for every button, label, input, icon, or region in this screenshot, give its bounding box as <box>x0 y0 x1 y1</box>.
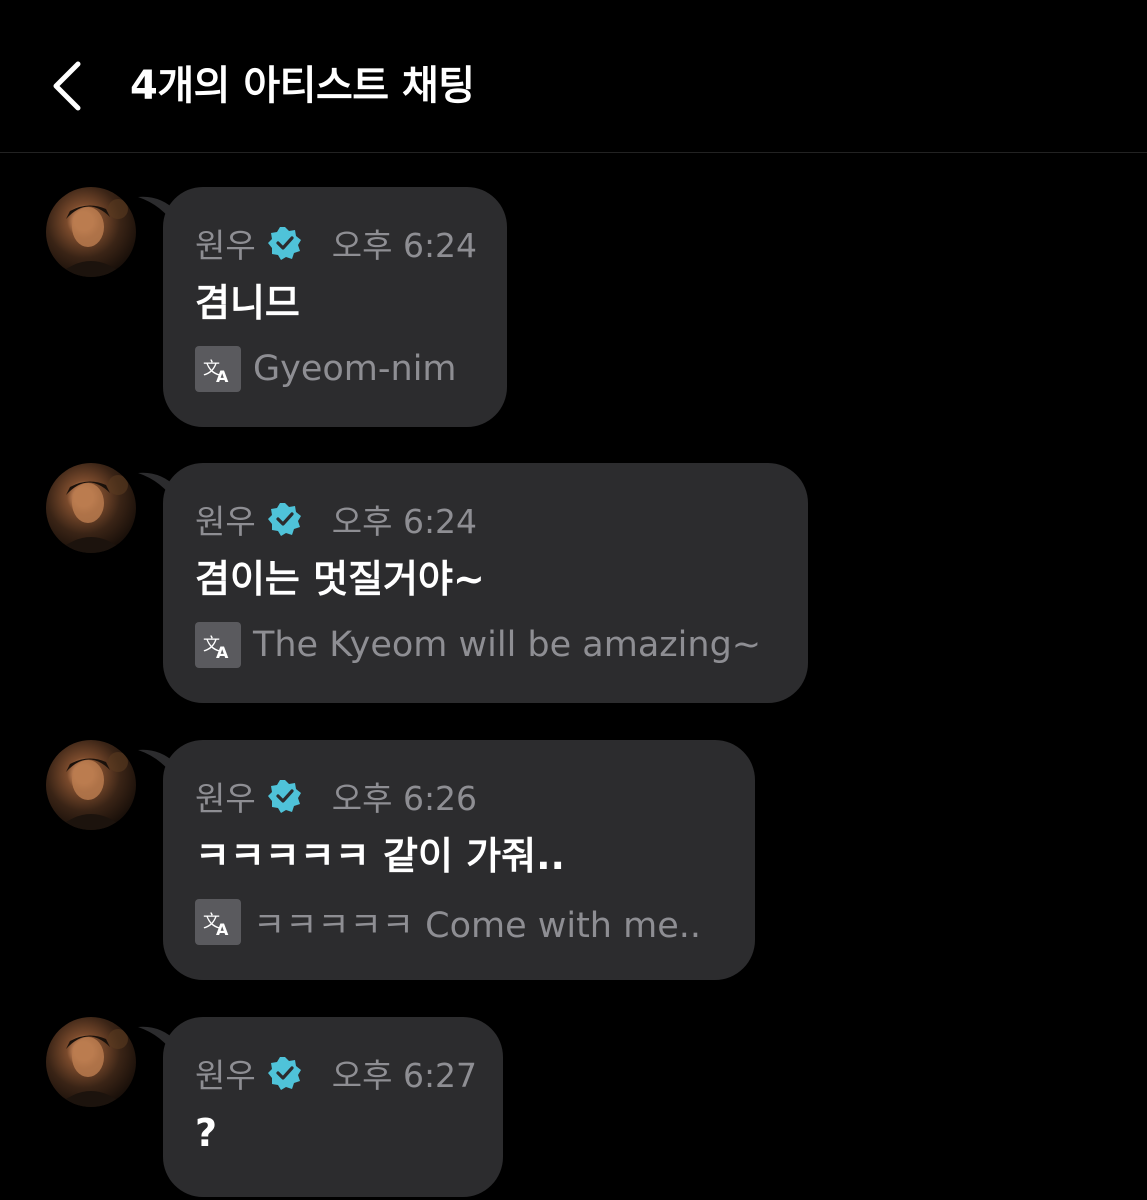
verified-badge-icon <box>267 502 302 536</box>
message-meta: 원우 오후 6:26 <box>195 776 477 818</box>
translate-icon: 文A <box>195 346 241 392</box>
message-meta: 원우 오후 6:24 <box>195 223 477 265</box>
page-title: 4개의 아티스트 채팅 <box>130 63 475 109</box>
message-bubble[interactable]: 원우 오후 6:24 겸이는 멋질거야~ 文A The Kyeom will b… <box>163 463 808 703</box>
avatar[interactable] <box>46 463 136 553</box>
message-time: 오후 6:24 <box>331 502 478 541</box>
chat-message: 원우 오후 6:24 겸니므 文A Gyeom-nim <box>0 187 1147 427</box>
chat-message: 원우 오후 6:27 ? <box>0 1017 1147 1200</box>
message-translation: 文A The Kyeom will be amazing~ <box>195 622 761 668</box>
sender-name: 원우 <box>195 502 256 541</box>
message-time: 오후 6:26 <box>331 779 478 818</box>
avatar[interactable] <box>46 1017 136 1107</box>
svg-text:A: A <box>216 920 229 939</box>
svg-text:A: A <box>216 367 229 386</box>
translation-text: ㅋㅋㅋㅋㅋ Come with me.. <box>253 905 701 946</box>
verified-badge-icon <box>267 1056 302 1090</box>
message-bubble[interactable]: 원우 오후 6:24 겸니므 文A Gyeom-nim <box>163 187 507 427</box>
message-translation: 文A Gyeom-nim <box>195 346 457 392</box>
message-text: 겸니므 <box>195 281 300 325</box>
message-text: 겸이는 멋질거야~ <box>195 557 485 601</box>
sender-name: 원우 <box>195 779 256 818</box>
message-translation: 文A ㅋㅋㅋㅋㅋ Come with me.. <box>195 899 701 946</box>
translation-text: The Kyeom will be amazing~ <box>253 625 762 665</box>
translation-text: Gyeom-nim <box>253 349 457 389</box>
chat-header: 4개의 아티스트 채팅 <box>0 0 1147 153</box>
message-time: 오후 6:27 <box>331 1056 478 1095</box>
translate-icon: 文A <box>195 899 241 945</box>
message-text: ㅋㅋㅋㅋㅋ 같이 가줘.. <box>195 834 565 878</box>
back-button[interactable] <box>44 58 96 114</box>
chevron-left-icon <box>53 61 81 111</box>
message-time: 오후 6:24 <box>331 226 478 265</box>
verified-badge-icon <box>267 226 302 260</box>
message-text: ? <box>195 1111 218 1155</box>
message-meta: 원우 오후 6:24 <box>195 499 477 541</box>
chat-message: 원우 오후 6:24 겸이는 멋질거야~ 文A The Kyeom will b… <box>0 463 1147 703</box>
verified-badge-icon <box>267 779 302 813</box>
avatar[interactable] <box>46 187 136 277</box>
chat-message: 원우 오후 6:26 ㅋㅋㅋㅋㅋ 같이 가줘.. 文A ㅋㅋㅋㅋㅋ Come w… <box>0 740 1147 980</box>
sender-name: 원우 <box>195 226 256 265</box>
message-bubble[interactable]: 원우 오후 6:27 ? <box>163 1017 503 1197</box>
sender-name: 원우 <box>195 1056 256 1095</box>
message-bubble[interactable]: 원우 오후 6:26 ㅋㅋㅋㅋㅋ 같이 가줘.. 文A ㅋㅋㅋㅋㅋ Come w… <box>163 740 755 980</box>
avatar[interactable] <box>46 740 136 830</box>
message-meta: 원우 오후 6:27 <box>195 1053 477 1095</box>
svg-text:A: A <box>216 643 229 662</box>
translate-icon: 文A <box>195 622 241 668</box>
